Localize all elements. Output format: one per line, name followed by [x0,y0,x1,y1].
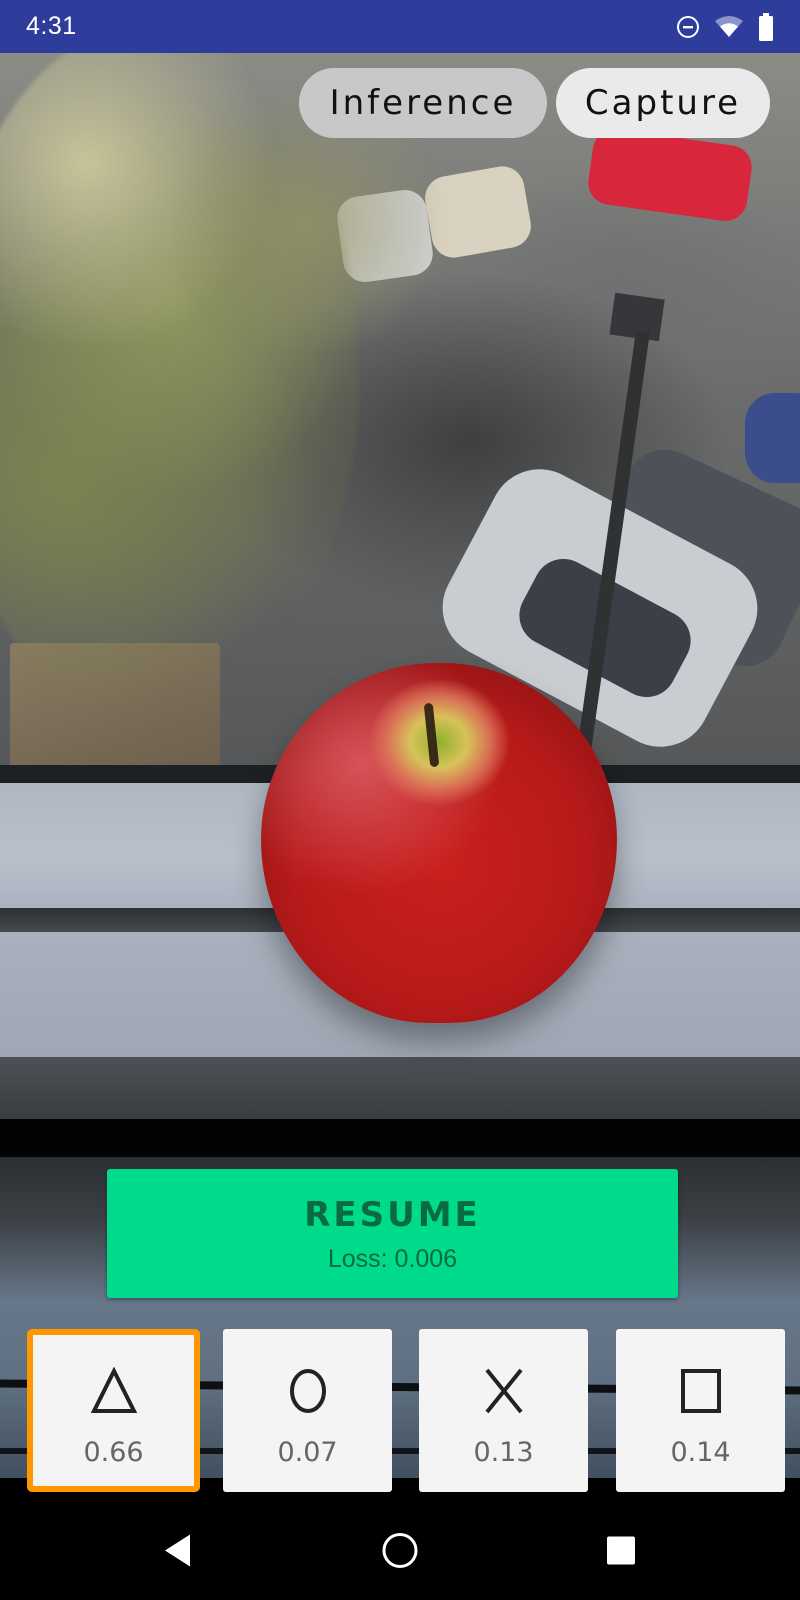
status-time: 4:31 [26,12,77,40]
back-icon[interactable] [163,1534,193,1573]
class-card-circle[interactable]: 0.07 [223,1329,392,1492]
status-icons [676,13,774,41]
resume-label: RESUME [304,1195,481,1235]
home-icon[interactable] [381,1532,419,1575]
circle-icon [289,1369,326,1413]
capture-label: Capture [584,83,742,123]
class-score: 0.13 [473,1437,534,1468]
inference-mode-button[interactable]: Inference [299,68,547,138]
loss-readout: Loss: 0.006 [327,1245,458,1273]
class-score: 0.66 [83,1437,144,1468]
resume-button[interactable]: RESUME Loss: 0.006 [107,1169,678,1298]
car-blue [745,393,800,483]
status-bar: 4:31 [0,0,800,53]
inference-label: Inference [329,83,517,123]
class-cards: 0.66 0.07 0.13 0.14 [27,1329,800,1493]
x-icon [484,1368,523,1414]
apple-object [261,663,617,1023]
wifi-icon [714,15,744,39]
class-score: 0.07 [277,1437,338,1468]
navigation-bar [0,1506,800,1600]
battery-icon [758,13,774,41]
window-sill-front [0,1057,800,1119]
triangle-icon [90,1367,137,1413]
class-card-square[interactable]: 0.14 [616,1329,785,1492]
recents-icon[interactable] [606,1536,636,1571]
window-sill-shadow [0,1119,800,1157]
class-card-x[interactable]: 0.13 [419,1329,588,1492]
square-icon [680,1369,721,1413]
do-not-disturb-icon [676,15,700,39]
class-card-triangle[interactable]: 0.66 [27,1329,200,1492]
capture-mode-button[interactable]: Capture [556,68,770,138]
class-score: 0.14 [670,1437,731,1468]
mode-toggle: Inference Capture [299,68,770,138]
